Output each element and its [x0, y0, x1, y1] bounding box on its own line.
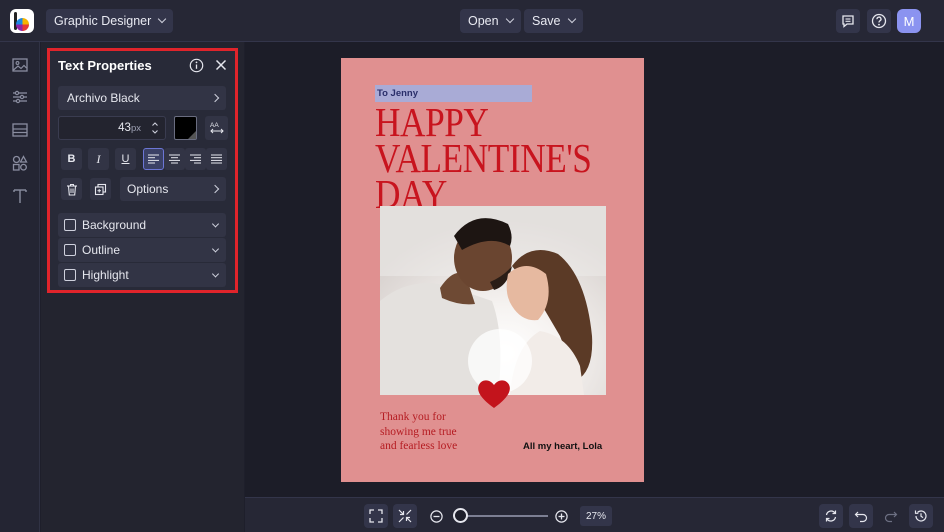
duplicate-icon: [94, 183, 107, 195]
chevron-down-icon: [211, 220, 220, 228]
open-label: Open: [468, 14, 499, 28]
app-mode-label: Graphic Designer: [54, 14, 152, 28]
redo-button[interactable]: [879, 504, 903, 528]
undo-button[interactable]: [849, 504, 873, 528]
bold-button[interactable]: B: [61, 148, 82, 170]
font-family-label: Archivo Black: [67, 91, 140, 105]
options-button[interactable]: Options: [120, 177, 226, 201]
zoom-out-icon[interactable]: [430, 510, 443, 523]
duplicate-button[interactable]: [90, 178, 111, 200]
help-icon: [871, 13, 887, 29]
info-icon[interactable]: [189, 58, 204, 73]
text-case-icon: AA: [210, 122, 224, 134]
align-center-button[interactable]: [164, 148, 185, 170]
background-section[interactable]: Background: [58, 213, 226, 237]
chevron-down-icon: [158, 14, 167, 24]
signature-text[interactable]: All my heart, Lola: [523, 441, 602, 452]
highlight-section[interactable]: Highlight: [58, 263, 226, 287]
couple-photo[interactable]: [380, 206, 606, 395]
outline-checkbox[interactable]: [64, 244, 76, 256]
heart-icon[interactable]: [477, 378, 511, 410]
chevron-down-icon: [211, 245, 220, 253]
outline-section[interactable]: Outline: [58, 238, 226, 262]
close-icon[interactable]: [215, 59, 227, 71]
top-bar: Graphic Designer Open Save M: [0, 0, 944, 42]
align-justify-icon: [211, 154, 222, 164]
chevron-right-icon: [210, 184, 220, 194]
undo-icon: [854, 511, 868, 523]
redo-icon: [884, 511, 898, 523]
align-right-icon: [190, 154, 201, 164]
fit-screen-button[interactable]: [364, 504, 388, 528]
chevron-right-icon: [210, 93, 220, 103]
italic-button[interactable]: I: [88, 148, 109, 170]
user-avatar[interactable]: M: [897, 9, 921, 33]
zoom-slider-handle[interactable]: [452, 508, 468, 523]
trash-icon: [66, 183, 77, 196]
align-right-button[interactable]: [185, 148, 206, 170]
swatch-corner: [188, 131, 196, 139]
zoom-in-icon[interactable]: [555, 510, 568, 523]
app-mode-dropdown[interactable]: Graphic Designer: [46, 9, 174, 33]
app-logo[interactable]: [10, 9, 34, 33]
shapes-icon[interactable]: [11, 154, 29, 172]
help-button[interactable]: [867, 9, 891, 33]
chevron-down-icon: [211, 270, 220, 278]
text-tool-icon[interactable]: [11, 187, 29, 205]
underline-button[interactable]: U: [115, 148, 136, 170]
zoom-slider[interactable]: [460, 515, 548, 517]
text-properties-panel: Text Properties Archivo Black 43px AA B: [47, 48, 238, 293]
font-size-stepper[interactable]: 43px: [58, 116, 166, 140]
expand-icon: [369, 509, 383, 523]
save-dropdown[interactable]: Save: [524, 9, 583, 33]
font-size-unit: px: [130, 123, 141, 134]
open-dropdown[interactable]: Open: [460, 9, 521, 33]
align-left-icon: [148, 154, 159, 164]
adjustments-icon[interactable]: [11, 88, 29, 106]
message-text[interactable]: Thank you for showing me true and fearle…: [380, 410, 457, 454]
align-left-button[interactable]: [143, 148, 164, 170]
history-icon: [914, 510, 927, 522]
image-icon[interactable]: [11, 56, 29, 74]
chevron-down-icon: [567, 14, 576, 24]
replace-button[interactable]: [819, 504, 843, 528]
highlight-label: Highlight: [82, 268, 129, 282]
font-size-value: 43: [118, 122, 131, 134]
headline-text[interactable]: HAPPY VALENTINE'S DAY: [375, 102, 592, 215]
text-case-button[interactable]: AA: [205, 116, 228, 140]
font-family-select[interactable]: Archivo Black: [58, 86, 226, 110]
refresh-icon: [825, 510, 837, 522]
highlight-checkbox[interactable]: [64, 269, 76, 281]
options-label: Options: [127, 182, 169, 196]
tool-rail: [0, 42, 40, 532]
align-center-icon: [169, 154, 180, 164]
outline-label: Outline: [82, 243, 121, 257]
shrink-button[interactable]: [393, 504, 417, 528]
comments-button[interactable]: [836, 9, 860, 33]
shrink-icon: [398, 509, 412, 523]
text-color-swatch[interactable]: [174, 116, 197, 140]
history-button[interactable]: [909, 504, 933, 528]
panel-title: Text Properties: [58, 58, 152, 73]
save-label: Save: [532, 14, 561, 28]
stepper-arrows-icon[interactable]: [151, 120, 159, 136]
design-card[interactable]: To Jenny HAPPY VALENTINE'S DAY Thank you…: [341, 58, 644, 482]
layout-icon[interactable]: [11, 121, 29, 139]
zoom-level[interactable]: 27%: [580, 506, 612, 526]
delete-button[interactable]: [61, 178, 82, 200]
comment-icon: [842, 15, 854, 28]
background-checkbox[interactable]: [64, 219, 76, 231]
align-justify-button[interactable]: [206, 148, 227, 170]
chevron-down-icon: [505, 14, 514, 24]
font-size-field[interactable]: 43px: [118, 122, 141, 134]
svg-text:AA: AA: [210, 122, 219, 129]
background-label: Background: [82, 218, 147, 232]
